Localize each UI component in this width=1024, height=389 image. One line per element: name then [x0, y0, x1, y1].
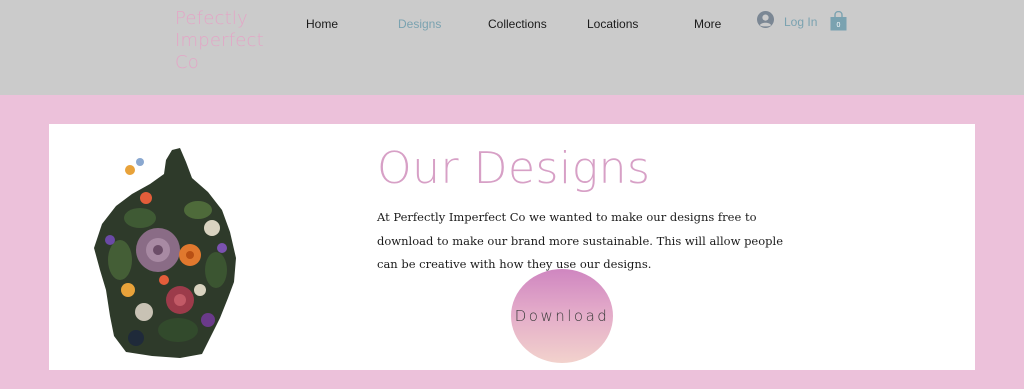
nav-more[interactable]: More [694, 17, 721, 31]
nav-collections[interactable]: Collections [488, 17, 547, 31]
nav-designs[interactable]: Designs [398, 17, 441, 31]
download-button[interactable]: Download [511, 269, 613, 363]
site-logo[interactable]: Pefectly Imperfect Co [175, 8, 285, 74]
cart-count: 0 [837, 22, 841, 29]
cart-button[interactable]: 0 [830, 10, 847, 31]
user-avatar-icon [757, 11, 774, 33]
login-button[interactable]: Log In [757, 11, 818, 33]
page-title: Our Designs [377, 143, 651, 194]
floral-torso-illustration [80, 140, 250, 362]
download-label: Download [514, 307, 610, 325]
shopping-bag-icon: 0 [830, 10, 847, 31]
nav-home[interactable]: Home [306, 17, 338, 31]
nav-locations[interactable]: Locations [587, 17, 638, 31]
designs-description: At Perfectly Imperfect Co we wanted to m… [377, 210, 784, 271]
site-header: Pefectly Imperfect Co Home Designs Colle… [0, 0, 1024, 95]
login-label: Log In [784, 15, 818, 29]
